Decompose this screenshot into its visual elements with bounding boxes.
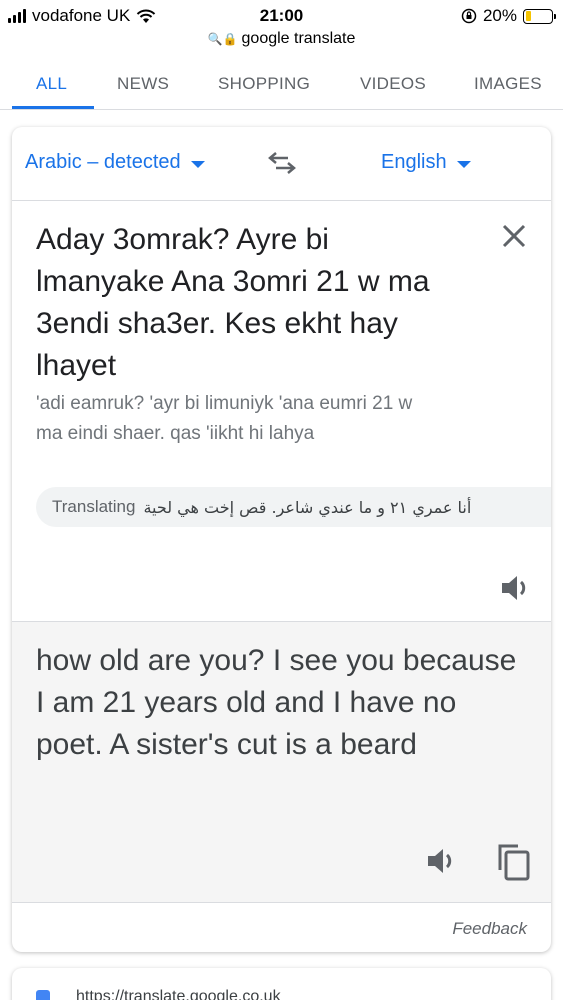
battery-level <box>525 11 531 21</box>
feedback-link[interactable]: Feedback <box>452 919 527 939</box>
transliteration: 'adi eamruk? 'ayr bi limuniyk 'ana eumri… <box>36 393 413 444</box>
battery-icon <box>523 8 556 24</box>
status-bar: vodafone UK 21:00 20% <box>0 0 563 30</box>
translate-card: Arabic – detected English Aday 3omrak? A… <box>12 127 551 952</box>
copy-icon[interactable] <box>496 842 532 882</box>
chip-arabic-text: أنا عمري ٢١ و ما عندي شاعر. قص إخت هي لح… <box>143 497 472 517</box>
result-url[interactable]: https://translate.google.co.uk <box>76 988 281 1000</box>
lock-icon: 🔍🔒 <box>207 32 238 46</box>
tab-images[interactable]: IMAGES <box>474 74 542 94</box>
tab-all[interactable]: ALL <box>36 74 67 94</box>
battery-percent: 20% <box>482 6 517 25</box>
url-text: google translate <box>241 30 356 47</box>
translating-chip[interactable]: Translating أنا عمري ٢١ و ما عندي شاعر. … <box>36 487 551 527</box>
source-text[interactable]: Aday 3omrak? Ayre bi lmanyake Ana 3omri … <box>36 219 456 387</box>
source-language-label: Arabic – detected <box>25 151 181 173</box>
tab-shopping[interactable]: SHOPPING <box>218 74 310 94</box>
favicon-icon <box>36 990 50 1000</box>
speaker-icon[interactable] <box>424 844 458 878</box>
source-language-button[interactable]: Arabic – detected <box>25 151 205 174</box>
orientation-lock-icon <box>461 8 477 24</box>
target-language-label: English <box>381 151 447 173</box>
next-search-result[interactable]: https://translate.google.co.uk <box>12 968 551 1000</box>
translation-result: how old are you? I see you because I am … <box>12 621 551 903</box>
clear-text-icon[interactable] <box>500 222 528 250</box>
chevron-down-icon <box>456 161 471 168</box>
swap-languages-icon[interactable] <box>266 149 298 177</box>
result-text: how old are you? I see you because I am … <box>36 644 517 761</box>
status-right: 20% <box>461 6 556 26</box>
active-tab-indicator <box>12 106 94 109</box>
search-tabs: ALL NEWS SHOPPING VIDEOS IMAGES <box>0 58 563 110</box>
speaker-icon[interactable] <box>498 571 532 605</box>
chip-label: Translating <box>52 497 136 516</box>
tab-news[interactable]: NEWS <box>117 74 169 94</box>
tab-videos[interactable]: VIDEOS <box>360 74 426 94</box>
url-bar[interactable]: 🔍🔒 google translate <box>0 30 563 54</box>
target-language-button[interactable]: English <box>381 151 471 174</box>
language-row: Arabic – detected English <box>12 127 551 201</box>
chevron-down-icon <box>190 161 205 168</box>
